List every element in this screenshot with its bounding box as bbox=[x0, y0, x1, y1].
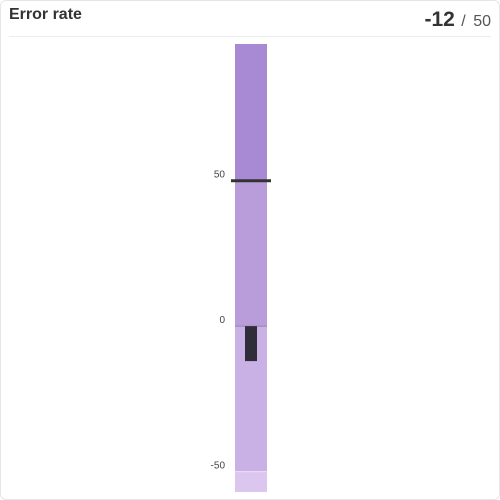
range-band-2 bbox=[235, 180, 267, 327]
tick-label: 0 bbox=[219, 315, 225, 326]
error-rate-widget: Error rate -12 / 50 50 0 -50 bbox=[0, 0, 500, 500]
range-band-0 bbox=[235, 471, 267, 492]
value-bar bbox=[245, 326, 257, 362]
tick-label: -50 bbox=[211, 461, 226, 472]
bullet-gauge: 50 0 -50 bbox=[211, 44, 271, 492]
tick-label: 50 bbox=[214, 170, 226, 181]
range-band-3 bbox=[235, 44, 267, 181]
